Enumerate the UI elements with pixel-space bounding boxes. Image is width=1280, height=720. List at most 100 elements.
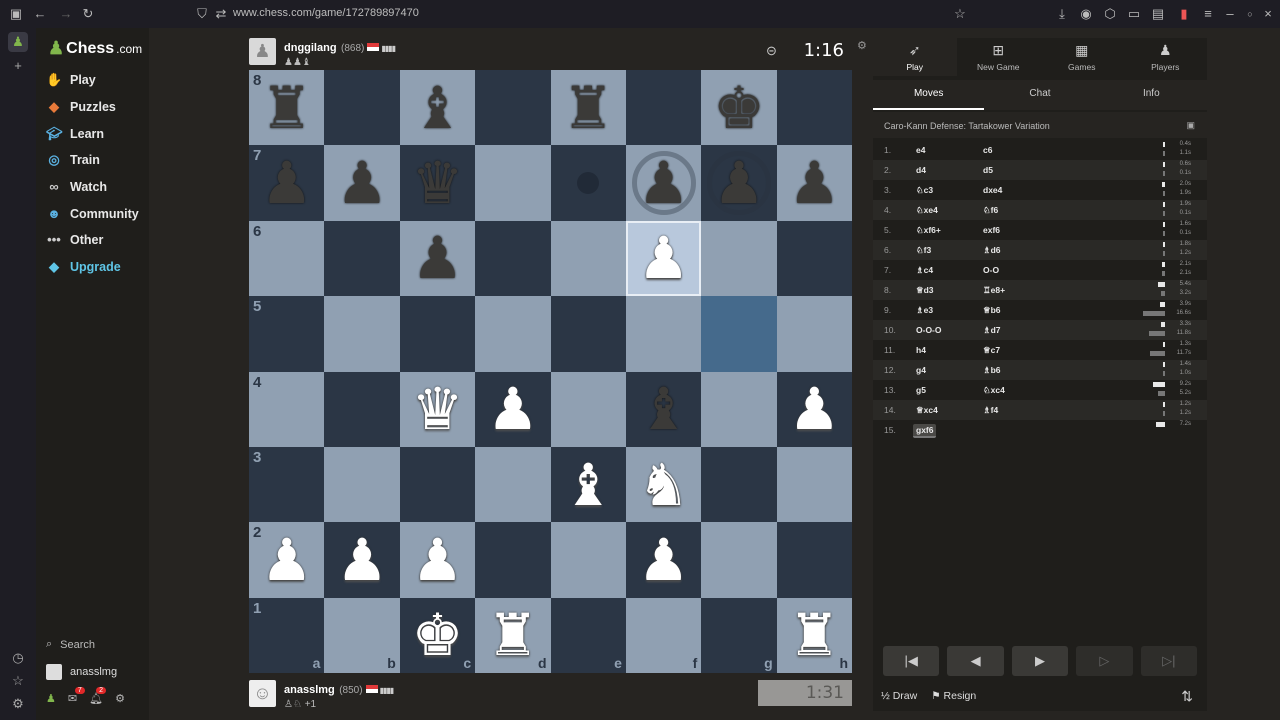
- white-bishop-icon[interactable]: ♝: [562, 456, 614, 514]
- square-c7[interactable]: ♛: [399, 145, 476, 221]
- black-move[interactable]: dxe4: [983, 185, 1002, 195]
- white-move[interactable]: g5: [916, 385, 926, 395]
- account-icon[interactable]: ◉: [1078, 6, 1094, 22]
- black-pawn-icon[interactable]: ♟: [411, 229, 463, 287]
- white-move[interactable]: d4: [916, 165, 926, 175]
- square-h7[interactable]: ♟: [776, 145, 852, 221]
- square-a2[interactable]: 2 ♟: [249, 522, 325, 598]
- square-a7[interactable]: 7 ♟: [249, 145, 325, 221]
- white-pawn-icon[interactable]: ♟: [261, 531, 313, 589]
- square-d4[interactable]: ♟: [475, 371, 551, 447]
- square-a5[interactable]: 5: [249, 296, 325, 372]
- square-e5[interactable]: [550, 296, 626, 372]
- nav-search[interactable]: ⌕ Search: [46, 638, 95, 651]
- black-move[interactable]: ♕c7: [983, 345, 1000, 356]
- white-king-icon[interactable]: ♚: [411, 606, 463, 664]
- black-rook-icon[interactable]: ♜: [261, 79, 313, 137]
- first-move-button[interactable]: |◀: [883, 646, 940, 676]
- square-f6[interactable]: ♟: [625, 220, 702, 297]
- download-icon[interactable]: ⤓: [1054, 6, 1070, 22]
- white-move[interactable]: g4: [916, 365, 926, 375]
- gear-icon[interactable]: ⚙: [115, 692, 125, 705]
- tab-new-game[interactable]: ⊞ New Game: [957, 38, 1041, 76]
- nav-user[interactable]: anasslmg: [46, 664, 117, 680]
- white-move[interactable]: ♘c3: [916, 185, 933, 196]
- square-g4[interactable]: [701, 371, 777, 447]
- player-avatar[interactable]: ☺: [249, 680, 276, 707]
- tabs-icon[interactable]: ▤: [1150, 6, 1166, 22]
- square-b3[interactable]: [324, 446, 400, 523]
- square-h1[interactable]: h ♜: [776, 597, 852, 673]
- square-g2[interactable]: [701, 522, 777, 598]
- square-h3[interactable]: [776, 446, 852, 523]
- white-move[interactable]: ♕d3: [916, 285, 934, 296]
- black-move[interactable]: exf6: [983, 225, 1000, 235]
- chess-board[interactable]: 8 ♜ ♝ ♜ ♚ 7 ♟ ♟ ♛ ♟ ♟ ♟ 6 ♟ ♟ 5 4 ♛ ♟ ♝ ♟ 3 ♝ ♞ 2 ♟ ♟ ♟ ♟ 1 a b c ♚ d ♜ e f g h…: [249, 70, 852, 673]
- white-move[interactable]: ♘f3: [916, 245, 931, 256]
- square-f8[interactable]: [625, 70, 702, 146]
- square-g7[interactable]: ♟: [701, 145, 777, 221]
- white-pawn-icon[interactable]: ♟: [487, 380, 539, 438]
- square-c2[interactable]: ♟: [399, 522, 476, 598]
- black-move[interactable]: ♘f6: [983, 205, 998, 216]
- nav-community[interactable]: ☻ Community: [46, 204, 139, 224]
- square-f3[interactable]: ♞: [625, 446, 702, 523]
- square-e7[interactable]: [550, 145, 626, 221]
- square-d1[interactable]: d ♜: [475, 597, 551, 673]
- square-c6[interactable]: ♟: [399, 220, 476, 297]
- back-icon[interactable]: ←: [32, 6, 48, 22]
- black-move[interactable]: O-O: [983, 265, 999, 275]
- tab-play[interactable]: ➶ Play: [873, 38, 957, 76]
- sidebar-toggle-icon[interactable]: ▣: [8, 6, 24, 22]
- mail-icon[interactable]: ✉ 7: [68, 687, 85, 705]
- play-button[interactable]: ▶: [1011, 646, 1069, 676]
- nav-puzzles[interactable]: ◆ Puzzles: [46, 97, 116, 117]
- black-move[interactable]: d5: [983, 165, 993, 175]
- white-move[interactable]: ♘xe4: [916, 205, 938, 216]
- opponent-avatar[interactable]: ♟: [249, 38, 276, 65]
- last-move-button[interactable]: ▷|: [1140, 646, 1198, 676]
- shield-icon[interactable]: ⛉: [194, 6, 210, 22]
- chess-logo[interactable]: ♟ Chess .com: [48, 38, 142, 59]
- square-f1[interactable]: f: [625, 597, 702, 673]
- nav-learn[interactable]: 🎓︎ Learn: [46, 124, 104, 144]
- white-queen-icon[interactable]: ♛: [411, 380, 463, 438]
- square-a4[interactable]: 4: [249, 371, 325, 447]
- flip-board-icon[interactable]: ⇅: [1181, 688, 1193, 705]
- square-e6[interactable]: [550, 220, 626, 297]
- forward-icon[interactable]: →: [58, 6, 74, 22]
- square-b4[interactable]: [324, 371, 400, 447]
- square-a3[interactable]: 3: [249, 446, 325, 523]
- white-move[interactable]: e4: [916, 145, 925, 155]
- white-move[interactable]: ♘xf6+: [916, 225, 941, 236]
- white-move[interactable]: ♕xc4: [916, 405, 938, 416]
- white-pawn-icon[interactable]: ♟: [638, 229, 690, 287]
- square-b6[interactable]: [324, 220, 400, 297]
- square-e2[interactable]: [550, 522, 626, 598]
- black-rook-icon[interactable]: ♜: [562, 79, 614, 137]
- black-move[interactable]: ♗b6: [983, 365, 1001, 376]
- nav-upgrade[interactable]: ◆ Upgrade: [46, 257, 121, 277]
- nav-other[interactable]: ••• Other: [46, 230, 103, 250]
- black-queen-icon[interactable]: ♛: [411, 154, 463, 212]
- black-move[interactable]: c6: [983, 145, 992, 155]
- url-bar[interactable]: www.chess.com/game/172789897470: [233, 7, 419, 19]
- square-c4[interactable]: ♛: [399, 371, 476, 447]
- tab-players[interactable]: ♟ Players: [1124, 38, 1208, 76]
- square-d3[interactable]: [475, 446, 551, 523]
- square-g3[interactable]: [701, 446, 777, 523]
- resign-button[interactable]: ⚑ Resign: [931, 690, 976, 702]
- nav-play[interactable]: ✋ Play: [46, 70, 96, 90]
- black-move[interactable]: ♖e8+: [983, 285, 1005, 296]
- nav-watch[interactable]: ∞ Watch: [46, 177, 107, 197]
- next-move-button[interactable]: ▷: [1076, 646, 1133, 676]
- history-icon[interactable]: ◷: [8, 648, 28, 668]
- draw-button[interactable]: ½ Draw: [881, 690, 917, 702]
- square-a1[interactable]: 1a: [249, 597, 325, 673]
- square-b8[interactable]: [324, 70, 400, 146]
- white-rook-icon[interactable]: ♜: [788, 606, 840, 664]
- white-move[interactable]: ♗e3: [916, 305, 933, 316]
- reload-icon[interactable]: ↻: [80, 6, 96, 22]
- menu-icon[interactable]: ≡: [1200, 6, 1216, 22]
- bell-icon[interactable]: 🔔︎ 2: [89, 687, 106, 705]
